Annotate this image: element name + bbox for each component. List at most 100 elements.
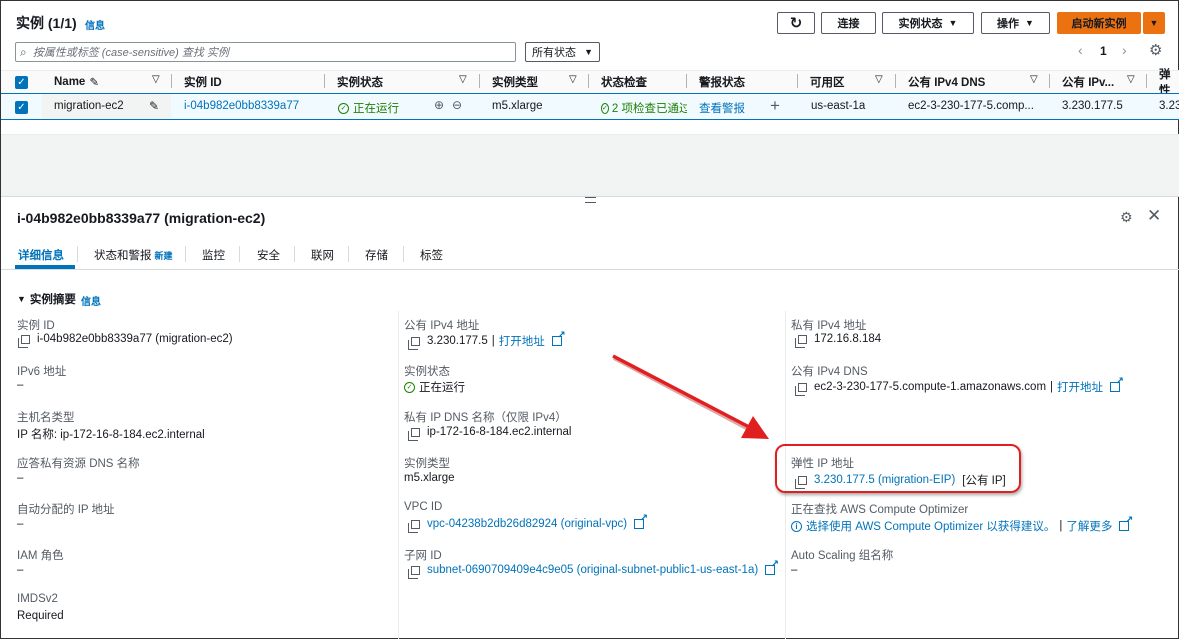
external-link-icon xyxy=(1110,376,1124,392)
auto-ip-value: – xyxy=(17,518,24,530)
close-icon[interactable]: ✕ xyxy=(1147,206,1161,226)
ipv6-value: – xyxy=(17,379,24,391)
imdsv2-value: Required xyxy=(17,610,64,622)
sort-icon[interactable]: ▽ xyxy=(459,74,467,85)
prev-page-icon[interactable]: ‹ xyxy=(1078,42,1083,58)
zoom-out-icon[interactable]: ⊖ xyxy=(452,98,462,112)
instance-type-label: 实例类型 xyxy=(404,458,450,470)
copy-icon[interactable] xyxy=(18,334,30,348)
row-elastic-ip: 3.23 xyxy=(1159,100,1179,112)
col-elastic[interactable]: 弹性 xyxy=(1159,69,1178,97)
optimizer-opt-in-link[interactable]: 选择使用 AWS Compute Optimizer 以获得建议。 xyxy=(806,518,1055,534)
col-name[interactable]: Name ✎ xyxy=(54,70,99,93)
state-value: ✓ 正在运行 xyxy=(404,379,465,395)
launch-dropdown-button[interactable]: ▼ xyxy=(1143,12,1165,34)
tab-details[interactable]: 详细信息 xyxy=(18,247,64,263)
tab-storage[interactable]: 存储 xyxy=(365,247,388,263)
external-link-icon xyxy=(551,330,566,346)
settings-gear-icon[interactable]: ⚙ xyxy=(1149,41,1162,59)
check-circle-icon: ✓ xyxy=(404,381,415,393)
copy-icon[interactable] xyxy=(408,427,420,441)
launch-instance-button[interactable]: 启动新实例 xyxy=(1057,12,1141,34)
copy-icon[interactable] xyxy=(408,336,420,350)
check-circle-icon: ✓ xyxy=(338,102,349,114)
zoom-in-icon[interactable]: ⊕ xyxy=(434,98,444,112)
select-all-checkbox[interactable]: ✓ xyxy=(15,76,28,89)
optimizer-value: i 选择使用 AWS Compute Optimizer 以获得建议。 | 了解更多 xyxy=(791,515,1133,534)
connect-button[interactable]: 连接 xyxy=(821,12,876,34)
refresh-button[interactable]: ↻ xyxy=(777,12,815,34)
tab-security[interactable]: 安全 xyxy=(257,247,280,263)
col-status-check[interactable]: 状态检查 xyxy=(601,70,647,93)
subnet-link[interactable]: subnet-0690709409e4c9e05 (original-subne… xyxy=(427,564,758,576)
col-az[interactable]: 可用区 xyxy=(810,70,845,93)
search-icon: ⌕ xyxy=(20,44,27,59)
edit-icon[interactable]: ✎ xyxy=(149,99,159,113)
add-alarm-icon[interactable]: + xyxy=(770,96,780,116)
column-divider xyxy=(398,311,399,639)
vpc-link[interactable]: vpc-04238b2db26d82924 (original-vpc) xyxy=(427,518,627,530)
open-address-link[interactable]: 打开地址 xyxy=(1057,379,1103,395)
vpc-value: vpc-04238b2db26d82924 (original-vpc) xyxy=(408,513,648,533)
settings-gear-icon[interactable]: ⚙ xyxy=(1120,209,1133,226)
tab-monitoring[interactable]: 监控 xyxy=(202,247,225,263)
row-name: migration-ec2 xyxy=(54,100,124,112)
col-public-ip[interactable]: 公有 IPv... xyxy=(1062,70,1114,93)
col-alarm-status[interactable]: 警报状态 xyxy=(699,70,745,93)
page-number[interactable]: 1 xyxy=(1100,44,1107,58)
copy-icon[interactable] xyxy=(408,519,420,533)
learn-more-link[interactable]: 了解更多 xyxy=(1066,518,1112,534)
state-filter-select[interactable]: 所有状态 ▼ xyxy=(525,42,600,62)
row-checkbox[interactable]: ✓ xyxy=(15,101,28,114)
col-instance-state[interactable]: 实例状态 xyxy=(337,70,383,93)
row-instance-type: m5.xlarge xyxy=(492,100,543,112)
instance-type-value: m5.xlarge xyxy=(404,472,455,484)
caret-down-icon: ▼ xyxy=(584,47,593,57)
caret-down-icon: ▼ xyxy=(1025,18,1034,28)
row-instance-id-link[interactable]: i-04b982e0bb8339a77 xyxy=(184,100,299,112)
sort-icon[interactable]: ▽ xyxy=(569,74,577,85)
external-link-icon xyxy=(1119,515,1133,531)
sort-icon[interactable]: ▽ xyxy=(152,74,160,85)
asg-value: – xyxy=(791,564,798,576)
summary-toggle[interactable]: ▼ 实例摘要 xyxy=(17,291,76,307)
copy-icon[interactable] xyxy=(795,382,807,396)
col-instance-id[interactable]: 实例 ID xyxy=(184,70,222,93)
tab-tags[interactable]: 标签 xyxy=(420,247,443,263)
instance-state-button[interactable]: 实例状态 ▼ xyxy=(882,12,974,34)
next-page-icon[interactable]: › xyxy=(1122,42,1127,58)
public-ip-label: 公有 IPv4 地址 xyxy=(404,320,480,332)
instance-id-value: i-04b982e0bb8339a77 (migration-ec2) xyxy=(18,333,233,348)
resource-dns-label: 应答私有资源 DNS 名称 xyxy=(17,458,140,470)
row-public-ip: 3.230.177.5 xyxy=(1062,100,1123,112)
public-dns-label: 公有 IPv4 DNS xyxy=(791,366,868,378)
table-header xyxy=(1,70,1179,93)
tab-networking[interactable]: 联网 xyxy=(311,247,334,263)
actions-button[interactable]: 操作 ▼ xyxy=(981,12,1050,34)
row-az: us-east-1a xyxy=(811,100,866,112)
col-public-dns[interactable]: 公有 IPv4 DNS xyxy=(908,70,985,93)
view-alarms-link[interactable]: 查看警报 xyxy=(699,100,745,116)
resize-handle[interactable] xyxy=(585,197,596,203)
private-ip-label: 私有 IPv4 地址 xyxy=(791,320,867,332)
caret-down-icon: ▼ xyxy=(1149,18,1159,28)
open-address-link[interactable]: 打开地址 xyxy=(499,333,545,349)
copy-icon[interactable] xyxy=(408,565,420,579)
search-input[interactable]: ⌕ 按属性或标签 (case-sensitive) 查找 实例 xyxy=(15,42,516,62)
public-ip-value: 3.230.177.5 | 打开地址 xyxy=(408,330,566,350)
sort-icon[interactable]: ▽ xyxy=(1030,74,1038,85)
new-badge: 新建 xyxy=(154,251,173,261)
check-circle-icon: ✓ xyxy=(601,102,609,114)
hostname-type-label: 主机名类型 xyxy=(17,412,75,424)
summary-info-link[interactable]: 信息 xyxy=(81,293,101,308)
tab-status-alarms[interactable]: 状态和警报 新建 xyxy=(94,247,173,263)
info-link[interactable]: 信息 xyxy=(85,17,105,32)
iam-role-label: IAM 角色 xyxy=(17,550,64,562)
private-dns-value: ip-172-16-8-184.ec2.internal xyxy=(408,426,571,441)
sort-icon[interactable]: ▽ xyxy=(1127,74,1135,85)
annotation-arrow xyxy=(612,354,769,439)
subnet-value: subnet-0690709409e4c9e05 (original-subne… xyxy=(408,559,779,579)
copy-icon[interactable] xyxy=(795,334,807,348)
sort-icon[interactable]: ▽ xyxy=(875,74,883,85)
col-instance-type[interactable]: 实例类型 xyxy=(492,70,538,93)
